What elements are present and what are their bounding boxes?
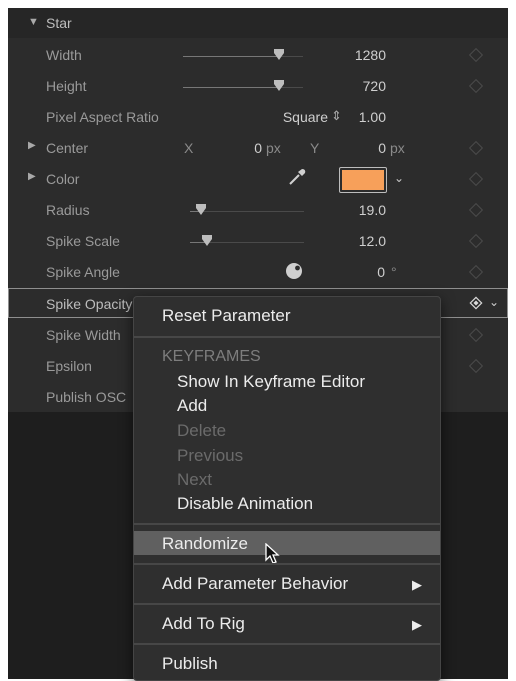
keyframe-icon[interactable] [468,327,484,343]
chevron-updown-icon[interactable]: ⇕ [331,108,342,124]
menu-item-reset-parameter[interactable]: Reset Parameter [162,306,291,326]
param-label: Epsilon [46,358,92,374]
height-slider-fill [183,87,279,88]
menu-item-add-to-rig[interactable]: Add To Rig [162,614,245,634]
keyframe-icon[interactable] [468,264,484,280]
height-value[interactable]: 720 [338,78,386,94]
group-header[interactable]: ▼ Star [8,8,508,38]
group-title: Star [46,15,72,31]
keyframe-icon[interactable] [468,171,484,187]
spike-scale-slider-knob[interactable] [202,235,213,246]
param-label: Pixel Aspect Ratio [46,109,159,125]
menu-header-keyframes: KEYFRAMES [162,348,261,365]
param-row-center[interactable]: ▶ Center X 0 px Y 0 px [8,132,508,163]
spike-angle-unit: ° [391,264,397,280]
aspect-value[interactable]: 1.00 [348,109,386,125]
radius-slider-knob[interactable] [196,204,207,215]
eyedropper-icon[interactable] [286,166,308,193]
menu-separator [134,563,440,565]
aspect-mode-select[interactable]: Square [268,109,328,125]
param-label: Spike Width [46,327,121,343]
center-y-value[interactable]: 0 [364,140,386,156]
chevron-down-icon[interactable]: ⌄ [489,295,499,309]
color-swatch-fill [342,170,384,190]
radius-value[interactable]: 19.0 [338,202,386,218]
param-label: Radius [46,202,90,218]
spike-angle-value[interactable]: 0 [363,264,385,280]
center-x-value[interactable]: 0 [240,140,262,156]
param-label: Height [46,78,87,94]
center-x-unit: px [266,140,281,156]
menu-item-next: Next [177,470,212,489]
width-slider[interactable] [183,49,303,60]
param-label: Spike Angle [46,264,120,280]
menu-separator [134,336,440,338]
keyframe-icon[interactable] [468,47,484,63]
menu-item-publish[interactable]: Publish [162,654,218,674]
height-slider[interactable] [183,80,303,91]
param-row-spike-angle[interactable]: Spike Angle 0 ° [8,256,508,287]
keyframe-icon[interactable] [468,358,484,374]
param-row-spike-scale[interactable]: Spike Scale 12.0 [8,225,508,256]
spike-scale-slider[interactable] [190,235,304,246]
menu-item-randomize[interactable]: Randomize [162,534,248,554]
param-label: Publish OSC [46,389,127,405]
param-row-width[interactable]: Width 1280 [8,39,508,70]
menu-item-add-parameter-behavior[interactable]: Add Parameter Behavior [162,574,348,594]
param-label: Color [46,171,80,187]
param-label: Spike Scale [46,233,120,249]
radius-slider[interactable] [190,204,304,215]
parameter-context-menu: Reset Parameter KEYFRAMES Show In Keyfra… [133,296,441,681]
param-row-color[interactable]: ▶ Color ⌄ [8,163,508,194]
cursor-arrow-icon [265,542,281,570]
disclosure-right-icon[interactable]: ▶ [28,140,36,151]
disclosure-right-icon[interactable]: ▶ [28,171,36,182]
spike-scale-value[interactable]: 12.0 [338,233,386,249]
menu-item-delete: Delete [177,421,227,440]
menu-separator [134,643,440,645]
width-slider-knob[interactable] [274,49,284,60]
menu-item-disable-animation[interactable]: Disable Animation [177,494,313,514]
param-label: Spike Opacity [46,296,133,312]
keyframe-add-icon[interactable] [469,296,483,315]
submenu-arrow-icon: ▶ [412,617,422,632]
submenu-arrow-icon: ▶ [412,577,422,592]
param-row-radius[interactable]: Radius 19.0 [8,194,508,225]
menu-separator [134,603,440,605]
width-value[interactable]: 1280 [338,47,386,63]
center-x-label: X [184,140,194,156]
height-slider-knob[interactable] [274,80,284,91]
param-row-height[interactable]: Height 720 [8,70,508,101]
param-label: Width [46,47,82,63]
param-row-pixel-aspect[interactable]: Pixel Aspect Ratio Square ⇕ 1.00 [8,101,508,132]
angle-dial-icon[interactable] [285,262,303,285]
center-y-unit: px [390,140,405,156]
param-label: Center [46,140,89,156]
keyframe-icon[interactable] [468,233,484,249]
center-y-label: Y [310,140,320,156]
width-slider-fill [183,56,279,57]
menu-separator [134,523,440,525]
keyframe-icon[interactable] [468,202,484,218]
chevron-down-icon[interactable]: ⌄ [394,171,404,185]
keyframe-icon[interactable] [468,78,484,94]
color-swatch[interactable] [339,167,387,193]
menu-item-add[interactable]: Add [177,396,207,416]
menu-item-previous: Previous [177,446,244,465]
menu-item-show-in-keyframe-editor[interactable]: Show In Keyframe Editor [177,372,365,392]
keyframe-icon[interactable] [468,140,484,156]
disclosure-down-icon[interactable]: ▼ [28,16,39,28]
